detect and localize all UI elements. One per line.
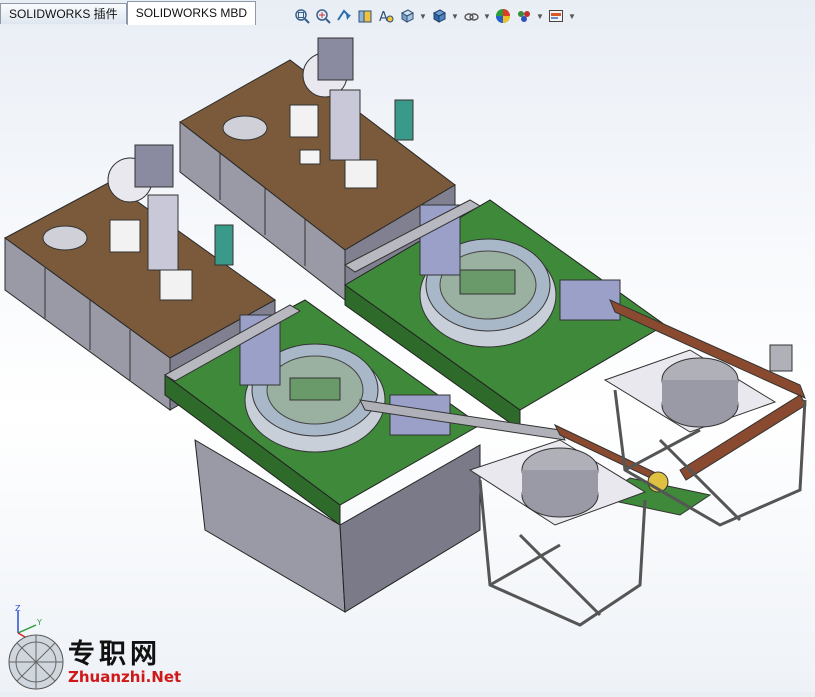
triad-z-label: Z <box>15 604 21 613</box>
view-orientation-icon[interactable] <box>398 7 416 25</box>
tab-solidworks-addins[interactable]: SOLIDWORKS 插件 <box>0 3 127 24</box>
graphics-area[interactable] <box>0 27 815 692</box>
section-view-icon[interactable] <box>356 7 374 25</box>
display-style-icon[interactable] <box>430 7 448 25</box>
assembly-model <box>4 37 807 627</box>
previous-view-icon[interactable] <box>335 7 353 25</box>
chevron-down-icon[interactable]: ▼ <box>419 7 427 25</box>
watermark-title-en: Zhuanzhi.Net <box>68 668 182 686</box>
heads-up-view-toolbar: A ▼ ▼ ▼ ▼ ▼ <box>293 5 576 27</box>
zoom-to-area-icon[interactable] <box>314 7 332 25</box>
triad-y-label: Y <box>36 618 42 627</box>
zoom-to-fit-icon[interactable] <box>293 7 311 25</box>
dynamic-annotation-icon[interactable]: A <box>377 7 395 25</box>
apply-scene-icon[interactable] <box>515 7 533 25</box>
edit-appearance-icon[interactable] <box>494 7 512 25</box>
view-settings-icon[interactable] <box>547 7 565 25</box>
chevron-down-icon[interactable]: ▼ <box>568 7 576 25</box>
tab-solidworks-mbd[interactable]: SOLIDWORKS MBD <box>126 1 257 25</box>
chevron-down-icon[interactable]: ▼ <box>536 7 544 25</box>
chevron-down-icon[interactable]: ▼ <box>451 7 459 25</box>
hide-show-items-icon[interactable] <box>462 7 480 25</box>
svg-text:A: A <box>379 10 388 24</box>
front-hopper-stand <box>468 439 647 627</box>
chevron-down-icon[interactable]: ▼ <box>483 7 491 25</box>
watermark-title-cn: 专职网 <box>68 639 161 670</box>
